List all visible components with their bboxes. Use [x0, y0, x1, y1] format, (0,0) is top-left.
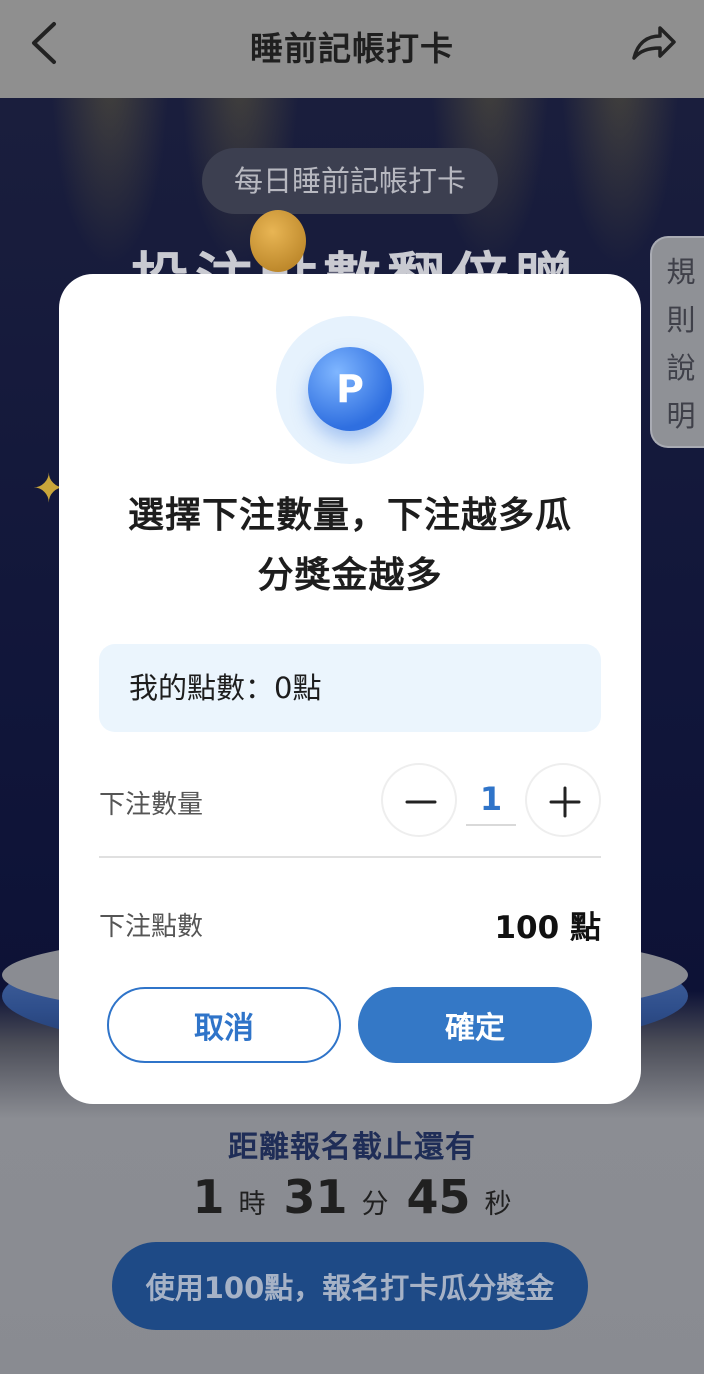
increase-button[interactable]	[525, 763, 601, 837]
quantity-label: 下注數量	[99, 790, 204, 820]
rules-tab[interactable]: 規 則 說 明	[650, 236, 704, 448]
countdown-minutes: 31	[283, 1170, 348, 1224]
bet-points-value: 100 點	[494, 910, 601, 946]
points-icon: P	[308, 347, 392, 431]
rules-tab-char: 規	[666, 255, 696, 289]
rules-tab-char: 明	[666, 399, 696, 433]
quantity-input[interactable]: 1	[466, 780, 516, 826]
share-icon[interactable]	[628, 20, 678, 66]
countdown-seconds-unit: 秒	[484, 1189, 512, 1220]
countdown-minutes-unit: 分	[361, 1189, 389, 1220]
bet-dialog: P 選擇下注數量，下注越多瓜 分獎金越多 我的點數：0點 下注數量 1 下注點數…	[59, 274, 641, 1104]
bet-points-label: 下注點數	[99, 912, 204, 942]
decrease-button[interactable]	[381, 763, 457, 837]
event-tag: 每日睡前記帳打卡	[202, 148, 498, 214]
confirm-button[interactable]: 確定	[358, 987, 592, 1063]
signup-button[interactable]: 使用100點，報名打卡瓜分獎金	[112, 1242, 588, 1330]
my-points-text: 我的點數：0點	[129, 671, 322, 705]
countdown-hours-unit: 時	[238, 1189, 266, 1220]
app-header: 睡前記帳打卡	[0, 0, 704, 98]
my-points-box: 我的點數：0點	[99, 644, 601, 732]
countdown-hours: 1	[192, 1170, 225, 1224]
dialog-title-line: 分獎金越多	[257, 555, 443, 596]
page-title: 睡前記帳打卡	[250, 29, 454, 68]
dialog-title: 選擇下注數量，下注越多瓜 分獎金越多	[89, 486, 611, 606]
minus-icon	[405, 800, 437, 804]
countdown-timer: 1 時 31 分 45 秒	[0, 1170, 704, 1224]
countdown-seconds: 45	[406, 1170, 471, 1224]
deadline-label: 距離報名截止還有	[228, 1130, 476, 1165]
coin-icon	[250, 210, 306, 272]
divider	[99, 856, 601, 858]
cancel-button[interactable]: 取消	[107, 987, 341, 1063]
dialog-title-line: 選擇下注數量，下注越多瓜	[127, 495, 572, 536]
plus-icon	[549, 786, 581, 818]
rules-tab-char: 說	[666, 351, 696, 385]
rules-tab-char: 則	[666, 303, 696, 337]
